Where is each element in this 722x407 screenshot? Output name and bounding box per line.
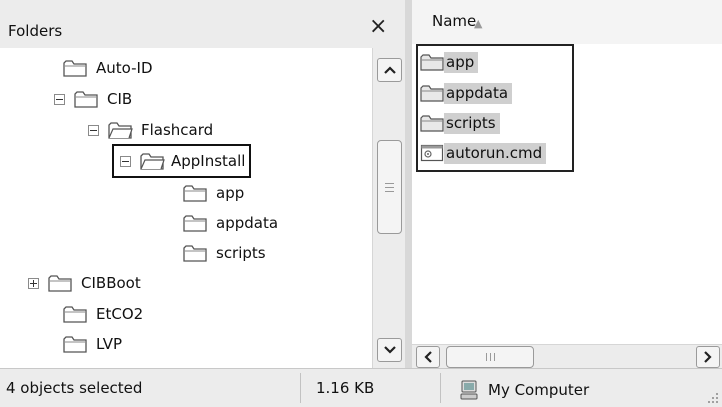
- file-name: scripts: [444, 112, 500, 134]
- tree-item-label: AppInstall: [171, 152, 246, 170]
- close-folders-pane-button[interactable]: ×: [369, 16, 387, 38]
- tree-item-label: scripts: [216, 244, 266, 262]
- folder-icon: [183, 185, 207, 202]
- file-item-autorun-cmd[interactable]: autorun.cmd: [420, 141, 547, 165]
- folder-icon: [63, 60, 87, 77]
- collapse-toggle[interactable]: [54, 93, 65, 105]
- folder-tree-scrollbar[interactable]: [372, 48, 406, 368]
- file-name: autorun.cmd: [444, 142, 547, 164]
- tree-item-label: appdata: [216, 214, 279, 232]
- grip-icon: [385, 182, 394, 192]
- resize-grip-icon[interactable]: [707, 392, 719, 404]
- arrow-down-icon: [383, 346, 396, 354]
- tree-item-label: CIB: [107, 90, 133, 108]
- folders-pane-header: Folders ×: [0, 0, 405, 49]
- tree-item-label: EtCO2: [96, 305, 144, 323]
- arrow-right-icon: [704, 351, 712, 363]
- file-list: app appdata scripts autorun.cmd: [412, 44, 722, 368]
- grip-icon: [485, 353, 495, 361]
- file-item-appdata[interactable]: appdata: [420, 81, 513, 105]
- tree-item-auto-id[interactable]: Auto-ID: [62, 56, 153, 80]
- tree-item-label: app: [216, 184, 245, 202]
- folders-pane-title: Folders: [8, 22, 63, 40]
- tree-item-label: CIBBoot: [81, 274, 141, 292]
- folder-icon: [420, 54, 444, 71]
- column-header-bar: Name ▲: [412, 0, 722, 45]
- scroll-down-button[interactable]: [377, 338, 402, 362]
- expand-toggle[interactable]: [28, 277, 39, 289]
- tree-item-label: LVP: [96, 335, 123, 353]
- my-computer-icon: [460, 380, 478, 400]
- scroll-right-button[interactable]: [696, 346, 720, 368]
- folder-icon: [183, 245, 207, 262]
- folder-icon: [63, 336, 87, 353]
- status-location-label: My Computer: [488, 381, 590, 399]
- status-divider: [440, 373, 441, 403]
- column-header-name[interactable]: Name: [432, 12, 476, 30]
- tree-item-appdata[interactable]: appdata: [182, 211, 278, 235]
- folder-icon: [74, 91, 98, 108]
- tree-item-label: Auto-ID: [96, 59, 153, 77]
- scroll-thumb[interactable]: [377, 140, 402, 234]
- tree-item-flashcard[interactable]: Flashcard: [88, 118, 213, 142]
- folder-icon: [48, 275, 72, 292]
- folder-icon: [420, 115, 444, 132]
- status-bar: 4 objects selected 1.16 KB My Computer: [0, 368, 722, 407]
- scroll-up-button[interactable]: [377, 58, 402, 82]
- tree-item-appinstall[interactable]: AppInstall: [111, 144, 252, 178]
- tree-item-etco2[interactable]: EtCO2: [62, 302, 143, 326]
- open-folder-icon: [140, 153, 165, 170]
- folder-icon: [183, 215, 207, 232]
- file-name: appdata: [444, 82, 513, 104]
- file-name: app: [444, 51, 479, 73]
- tree-item-scripts[interactable]: scripts: [182, 241, 266, 265]
- tree-item-cibboot[interactable]: CIBBoot: [28, 271, 141, 295]
- status-divider: [300, 373, 301, 403]
- tree-item-label: Flashcard: [141, 121, 214, 139]
- folder-icon: [420, 85, 444, 102]
- scroll-left-button[interactable]: [416, 346, 440, 368]
- file-item-app[interactable]: app: [420, 50, 479, 74]
- arrow-left-icon: [424, 351, 432, 363]
- tree-item-app[interactable]: app: [182, 181, 244, 205]
- tree-item-cib[interactable]: CIB: [54, 87, 132, 111]
- folder-icon: [63, 306, 87, 323]
- status-selection-count: 4 objects selected: [6, 379, 143, 397]
- open-folder-icon: [108, 122, 133, 139]
- sort-ascending-icon: ▲: [474, 17, 483, 30]
- tree-item-lvp[interactable]: LVP: [62, 332, 122, 356]
- collapse-toggle[interactable]: [88, 124, 99, 136]
- arrow-up-icon: [383, 66, 396, 74]
- collapse-toggle[interactable]: [120, 155, 131, 167]
- folder-tree: Auto-ID CIB Flashcard AppInstall app app…: [0, 48, 372, 368]
- status-size: 1.16 KB: [316, 379, 375, 397]
- file-list-scrollbar[interactable]: [412, 344, 722, 369]
- status-location: My Computer: [458, 379, 589, 401]
- file-item-scripts[interactable]: scripts: [420, 111, 500, 135]
- cmd-file-icon: [420, 144, 444, 162]
- scroll-thumb[interactable]: [446, 346, 534, 368]
- pane-splitter[interactable]: [405, 0, 412, 368]
